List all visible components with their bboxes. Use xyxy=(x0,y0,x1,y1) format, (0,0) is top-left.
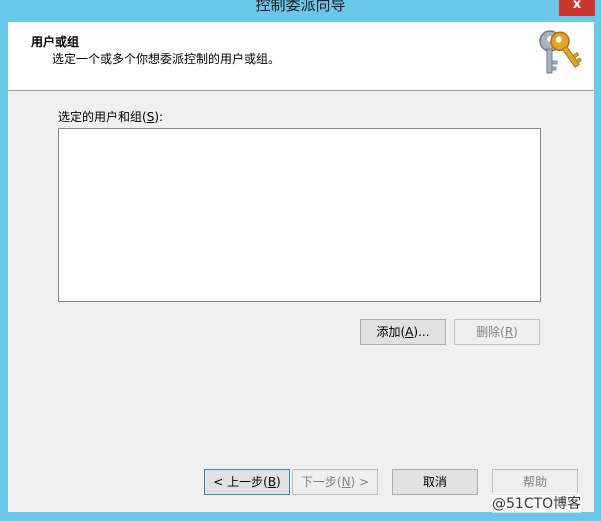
page-subtitle: 选定一个或多个你想委派控制的用户或组。 xyxy=(52,52,281,66)
keys-icon xyxy=(539,30,582,74)
cancel-button[interactable]: 取消 xyxy=(392,469,478,495)
label-suffix: ): xyxy=(154,110,164,124)
add-button[interactable]: 添加(A)... xyxy=(360,319,446,345)
next-suffix: ) > xyxy=(350,475,370,489)
wizard-header: 用户或组 选定一个或多个你想委派控制的用户或组。 xyxy=(8,22,594,91)
add-suffix: )... xyxy=(413,325,430,339)
next-accelerator: N xyxy=(341,475,351,489)
page-title: 用户或组 xyxy=(31,35,80,49)
close-button[interactable]: x xyxy=(559,0,595,16)
help-button[interactable]: 帮助 xyxy=(492,469,578,495)
watermark: @51CTO博客 xyxy=(492,493,582,513)
label-text: 选定的用户和组( xyxy=(58,110,147,124)
remove-button[interactable]: 删除(R) xyxy=(454,319,540,345)
remove-suffix: ) xyxy=(513,325,518,339)
remove-label: 删除( xyxy=(476,325,505,339)
selected-users-list[interactable] xyxy=(58,128,541,302)
wizard-window: 用户或组 选定一个或多个你想委派控制的用户或组。 选定的用户和组(S): 添加(… xyxy=(8,22,594,512)
back-accelerator: B xyxy=(267,475,277,489)
next-label: 下一步( xyxy=(300,475,342,489)
remove-accelerator: R xyxy=(504,325,514,339)
back-suffix: ) xyxy=(276,475,281,489)
window-title: 控制委派向导 xyxy=(255,0,346,14)
back-button[interactable]: < 上一步(B) xyxy=(204,469,290,495)
add-label: 添加( xyxy=(376,325,406,339)
selected-users-label: 选定的用户和组(S): xyxy=(58,108,163,125)
title-bar[interactable]: 控制委派向导 x xyxy=(0,0,601,22)
next-button[interactable]: 下一步(N) > xyxy=(292,469,378,495)
close-icon: x xyxy=(572,0,582,12)
back-label: < 上一步( xyxy=(213,475,268,489)
